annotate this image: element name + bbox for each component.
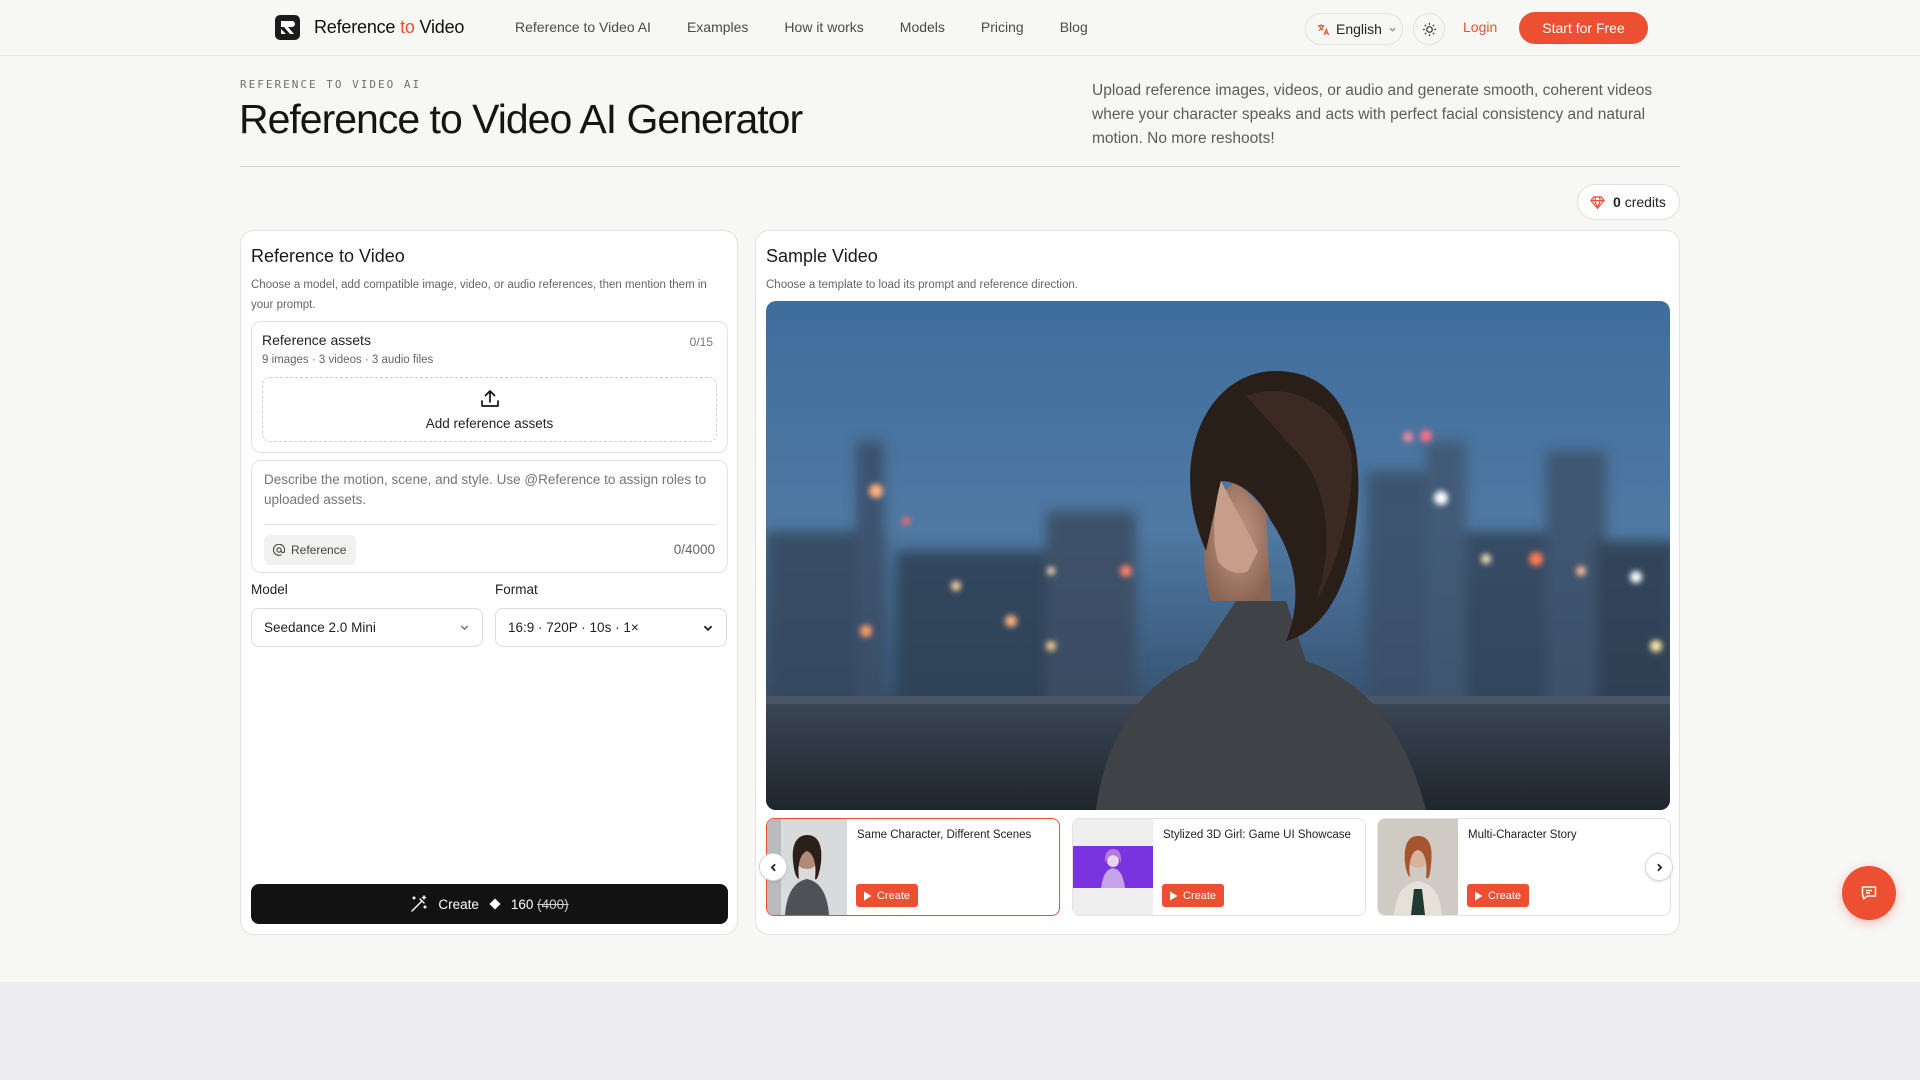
login-link[interactable]: Login (1463, 19, 1497, 35)
nav-link-blog[interactable]: Blog (1060, 19, 1088, 35)
sun-icon (1422, 22, 1436, 36)
nav-link-examples[interactable]: Examples (687, 19, 748, 35)
sample-video-subtitle: Choose a template to load its prompt and… (766, 279, 1078, 291)
brand-logo[interactable]: Reference to Video (275, 15, 464, 40)
model-select[interactable]: Seedance 2.0 Mini (251, 608, 483, 647)
brand-name: Reference to Video (314, 17, 465, 37)
at-icon (273, 544, 285, 556)
hero-eyebrow: REFERENCE TO VIDEO AI (240, 78, 422, 91)
chevron-left-icon (770, 863, 776, 871)
template-title: Same Character, Different Scenes (857, 829, 1032, 841)
upload-icon (480, 390, 499, 407)
reference-assets-count: 0/15 (689, 335, 713, 349)
credits-amount: 0 (1613, 194, 1621, 210)
prompt-input[interactable] (264, 470, 714, 514)
magic-wand-icon (411, 895, 428, 912)
create-video-button[interactable]: Create 160 (400) (251, 884, 728, 924)
reference-button-label: Reference (291, 543, 347, 557)
carousel-next-button[interactable] (1645, 853, 1673, 881)
prompt-box: Reference 0/4000 (251, 460, 728, 573)
play-icon (1170, 891, 1178, 900)
top-navigation-bar: Reference to Video Reference to Video AI… (0, 0, 1920, 56)
prompt-char-count: 0/4000 (673, 542, 715, 557)
carousel-prev-button[interactable] (759, 853, 787, 881)
template-title: Stylized 3D Girl: Game UI Showcase (1163, 829, 1351, 841)
credits-text: 0 credits (1613, 194, 1666, 210)
logo-mark-icon (275, 15, 300, 40)
chevron-down-icon (1389, 27, 1396, 32)
prompt-divider (264, 524, 716, 525)
template-thumbnail (1073, 819, 1153, 915)
reference-assets-title: Reference assets (262, 332, 371, 348)
hero-description: Upload reference images, videos, or audi… (1092, 82, 1653, 147)
chevron-down-icon (460, 625, 469, 631)
reference-mention-button[interactable]: Reference (264, 535, 356, 565)
sample-video-panel: Sample Video Choose a template to load i… (755, 230, 1680, 935)
create-cost: 160 (400) (510, 896, 569, 912)
dropzone-label: Add reference assets (425, 416, 554, 431)
footer-band (0, 982, 1920, 1080)
format-select[interactable]: 16:9 · 720P · 10s · 1× (495, 608, 727, 647)
hero-divider (240, 166, 1680, 167)
format-value: 16:9 · 720P · 10s · 1× (508, 620, 639, 635)
page-title: Reference to Video AI Generator (239, 96, 803, 142)
generator-subtitle: Choose a model, add compatible image, vi… (251, 279, 707, 311)
template-create-label: Create (1488, 889, 1522, 902)
main-nav: Reference to Video AI Examples How it wo… (515, 19, 1124, 35)
theme-toggle-button[interactable] (1413, 13, 1445, 45)
template-create-label: Create (877, 889, 911, 902)
play-icon (864, 891, 872, 900)
play-icon (1475, 891, 1483, 900)
diamond-icon (489, 898, 501, 910)
template-create-label: Create (1183, 889, 1217, 902)
template-card-multi-character[interactable]: Multi-Character Story Create (1377, 818, 1671, 916)
chevron-right-icon (1656, 863, 1662, 871)
credits-label: credits (1624, 194, 1666, 210)
chevron-down-icon (703, 625, 713, 631)
language-label: English (1336, 21, 1382, 37)
sample-video-player[interactable] (766, 301, 1670, 810)
nav-link-how-it-works[interactable]: How it works (784, 19, 863, 35)
translate-icon (1317, 23, 1330, 35)
template-title: Multi-Character Story (1468, 829, 1577, 841)
template-create-button[interactable]: Create (1467, 884, 1530, 907)
nav-link-pricing[interactable]: Pricing (981, 19, 1024, 35)
reference-assets-meta: 9 images · 3 videos · 3 audio files (262, 354, 434, 366)
template-thumbnail (1378, 819, 1458, 915)
sample-video-title: Sample Video (766, 246, 878, 266)
template-card-same-character[interactable]: Same Character, Different Scenes Create (766, 818, 1060, 916)
template-create-button[interactable]: Create (1162, 884, 1225, 907)
create-original-cost: (400) (537, 896, 569, 912)
reference-assets-box: Reference assets 0/15 9 images · 3 video… (251, 321, 728, 453)
model-label: Model (251, 582, 288, 597)
generator-panel: Reference to Video Choose a model, add c… (240, 230, 738, 935)
nav-link-models[interactable]: Models (900, 19, 945, 35)
gem-icon (1590, 195, 1605, 210)
generator-title: Reference to Video (251, 246, 405, 266)
format-label: Format (495, 582, 538, 597)
credits-badge[interactable]: 0 credits (1577, 184, 1680, 220)
chat-icon (1861, 886, 1877, 900)
template-create-button[interactable]: Create (856, 884, 919, 907)
sample-video-frame (766, 301, 1670, 810)
start-for-free-button[interactable]: Start for Free (1519, 12, 1648, 44)
nav-link-reference-to-video-ai[interactable]: Reference to Video AI (515, 19, 651, 35)
template-card-stylized-3d-girl[interactable]: Stylized 3D Girl: Game UI Showcase Creat… (1072, 818, 1366, 916)
chat-support-button[interactable] (1842, 866, 1896, 920)
model-value: Seedance 2.0 Mini (264, 620, 376, 635)
language-selector[interactable]: English (1305, 13, 1403, 45)
add-reference-assets-dropzone[interactable]: Add reference assets (262, 377, 717, 442)
create-label: Create (438, 896, 479, 912)
